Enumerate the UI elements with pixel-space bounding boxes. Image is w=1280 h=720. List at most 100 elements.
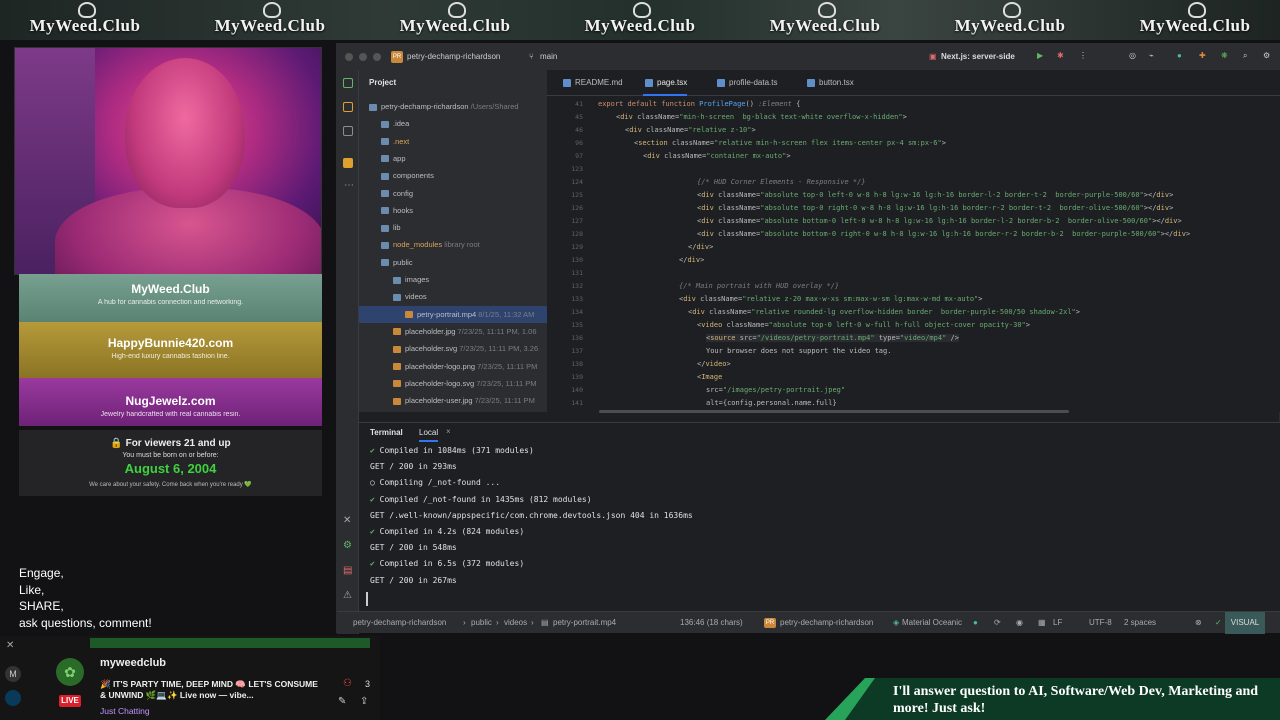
tree-item-label: placeholder.svg (405, 344, 458, 354)
tree-item-label: petry-portrait.mp4 (417, 309, 477, 319)
window-zoom-button[interactable] (373, 53, 381, 61)
commit-tool-icon[interactable] (343, 102, 353, 112)
ad-myweedclub[interactable]: MyWeed.Club A hub for cannabis connection… (19, 274, 322, 322)
tree-item-label: placeholder-logo.png (405, 361, 476, 371)
structure-tool-icon[interactable] (343, 126, 353, 136)
brand-logo: MyWeed.Club (0, 2, 170, 36)
brand-logo: MyWeed.Club (555, 2, 725, 36)
tree-item[interactable]: placeholder-user.jpg 7/23/25, 11:11 PM (359, 392, 547, 409)
line-number: 129 (571, 243, 583, 251)
tab-page-tsx[interactable]: page.tsx (643, 70, 688, 96)
project-badge-icon: PR (764, 618, 776, 628)
tree-item[interactable]: components (359, 167, 547, 184)
more-icon[interactable]: ⋮ (1079, 51, 1087, 60)
ad-happybunnie[interactable]: HappyBunnie420.com High-end luxury cannab… (19, 322, 322, 378)
stream-category[interactable]: Just Chatting (100, 706, 150, 716)
project-switcher[interactable]: petry-dechamp-richardson (407, 52, 500, 61)
run-config-selector[interactable]: Next.js: server-side (941, 52, 1015, 61)
tree-item[interactable]: petry-portrait.mp4 8/1/25, 11:32 AM (359, 305, 547, 323)
tools-icon[interactable]: ✚ (1199, 51, 1206, 60)
line-separator[interactable]: LF (1053, 612, 1062, 634)
status-project[interactable]: petry-dechamp-richardson (780, 612, 873, 634)
edit-icon[interactable]: ✎ (338, 696, 346, 707)
tree-item[interactable]: public (359, 254, 547, 271)
project-panel-title[interactable]: Project (369, 78, 396, 87)
terminal-line: ○ Compiling /_not-found ... (370, 478, 501, 488)
tree-item[interactable]: hooks (359, 202, 547, 219)
bookmark-tool-icon[interactable] (343, 158, 353, 168)
tree-item[interactable]: placeholder-logo.svg 7/23/25, 11:11 PM (359, 375, 547, 392)
viewer-count: 3 (365, 679, 371, 689)
tab-profile-data[interactable]: profile-data.ts (715, 70, 777, 96)
breadcrumb-item[interactable]: videos (504, 612, 527, 634)
terminal-tab[interactable]: Terminal (370, 428, 403, 437)
run-icon[interactable]: ▶ (1037, 51, 1043, 60)
indent-setting[interactable]: 2 spaces (1124, 612, 1156, 634)
tree-item[interactable]: .idea (359, 115, 547, 132)
tree-item[interactable]: placeholder.svg 7/23/25, 11:11 PM, 3.26 (359, 340, 547, 357)
window-close-button[interactable] (345, 53, 353, 61)
tree-item[interactable]: lib (359, 219, 547, 236)
tree-item[interactable]: videos (359, 288, 547, 305)
tree-item-label: .next (393, 136, 410, 146)
plugin-icon[interactable]: ● (1177, 51, 1182, 60)
terminal-line: GET / 200 in 293ms (370, 462, 457, 472)
folder-icon (381, 155, 389, 163)
close-tab-icon[interactable]: × (446, 427, 451, 436)
sync-icon[interactable]: ⟳ (994, 612, 1001, 634)
avatar[interactable]: ✿ (56, 658, 84, 686)
channel-name[interactable]: myweedclub (100, 657, 166, 669)
vim-mode[interactable]: VISUAL (1225, 612, 1265, 634)
tab-readme[interactable]: README.md (561, 70, 623, 96)
tree-item[interactable]: placeholder-logo.png 7/23/25, 11:11 PM (359, 358, 547, 375)
breadcrumb-item[interactable]: public (471, 612, 492, 634)
terminal-line: GET / 200 in 548ms (370, 543, 457, 553)
ai-icon[interactable]: ❋ (1221, 51, 1228, 60)
encoding[interactable]: UTF-8 (1089, 612, 1112, 634)
copilot-icon[interactable]: ◎ (1129, 51, 1136, 60)
tree-item[interactable]: node_modules library root (359, 236, 547, 253)
share-icon[interactable]: ⇪ (360, 696, 368, 707)
line-number: 133 (571, 295, 583, 303)
tree-item[interactable]: petry-dechamp-richardson /Users/Shared (359, 98, 547, 115)
line-number: 128 (571, 230, 583, 238)
ai-status-icon[interactable]: ✓ (1215, 612, 1222, 634)
problems-tool-icon[interactable]: ⚠ (343, 590, 352, 601)
terminal-line: GET / 200 in 267ms (370, 575, 457, 585)
tree-item[interactable]: images (359, 271, 547, 288)
m-app-icon[interactable]: M (5, 666, 21, 682)
ad-nugjewelz[interactable]: NugJewelz.com Jewelry handcrafted with re… (19, 378, 322, 426)
app-icon[interactable] (5, 690, 21, 706)
branch-selector[interactable]: main (540, 52, 557, 61)
debug-icon[interactable]: ✱ (1057, 51, 1064, 60)
line-number: 141 (571, 399, 583, 407)
breadcrumb-item[interactable]: petry-portrait.mp4 (553, 612, 616, 634)
notification-icon[interactable]: ◉ (1016, 612, 1023, 634)
tree-item[interactable]: config (359, 185, 547, 202)
engage-line: ask questions, comment! (19, 615, 152, 630)
breadcrumb-item[interactable]: petry-dechamp-richardson (353, 612, 446, 634)
tree-item[interactable]: placeholder.jpg 7/23/25, 11:11 PM, 1.06 (359, 323, 547, 340)
code-view[interactable]: export default function ProfilePage() :E… (587, 96, 1280, 412)
engage-line: Like, (19, 582, 45, 597)
build-tool-icon[interactable]: ✕ (343, 515, 351, 526)
services-icon[interactable]: ⌁ (1149, 51, 1154, 60)
close-icon[interactable]: ✕ (6, 640, 14, 651)
theme-name[interactable]: Material Oceanic (902, 612, 962, 634)
settings-icon[interactable]: ⚙ (1263, 51, 1270, 60)
tree-item[interactable]: app (359, 150, 547, 167)
local-tab[interactable]: Local (419, 428, 439, 442)
age-line: You must be born on or before: (122, 452, 219, 459)
horizontal-scrollbar[interactable] (599, 410, 1069, 413)
search-icon[interactable]: ⌕ (1243, 51, 1247, 61)
tab-button-tsx[interactable]: button.tsx (805, 70, 854, 96)
more-tools-icon[interactable]: ⋯ (344, 180, 354, 191)
project-tool-icon[interactable] (343, 78, 353, 88)
terminal-tool-icon[interactable]: ▤ (343, 565, 352, 576)
lock-icon[interactable]: ⊗ (1195, 612, 1202, 634)
cursor-position[interactable]: 136:46 (18 chars) (680, 612, 743, 634)
tree-item[interactable]: .next (359, 133, 547, 150)
window-minimize-button[interactable] (359, 53, 367, 61)
services-tool-icon[interactable]: ⚙ (343, 540, 352, 551)
grid-icon[interactable]: ▦ (1038, 612, 1046, 634)
